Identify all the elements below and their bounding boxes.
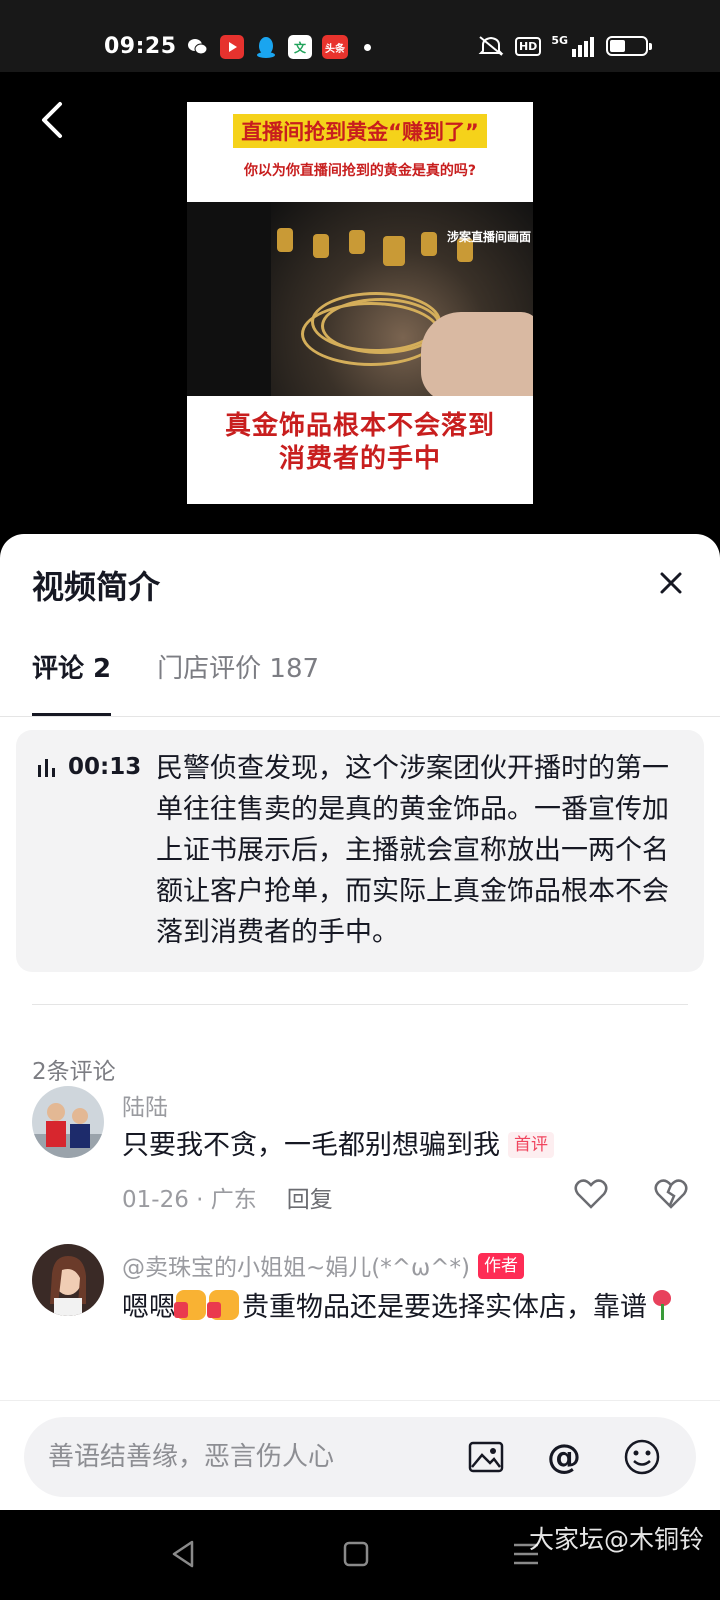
video-header-banner: 直播间抢到黄金“赚到了” 你以为你直播间抢到的黄金是真的吗? xyxy=(187,102,533,202)
status-time: 09:25 xyxy=(104,34,177,59)
summary-timestamp-button[interactable]: 00:13 xyxy=(36,754,141,780)
image-icon[interactable] xyxy=(466,1437,506,1477)
signal-icon xyxy=(572,37,594,57)
video-caption-line2: 消费者的手中 xyxy=(278,444,441,474)
avatar[interactable] xyxy=(32,1244,104,1316)
svg-text:@: @ xyxy=(547,1437,581,1477)
emoji-icon[interactable] xyxy=(622,1437,662,1477)
author-badge: 作者 xyxy=(478,1253,525,1279)
video-caption-banner: 真金饰品根本不会落到 消费者的手中 xyxy=(187,396,533,504)
wechat-icon xyxy=(186,35,210,59)
sheet-tabs: 评论 2 门店评价 187 xyxy=(32,648,365,716)
comment-date: 01-26 · 广东 xyxy=(122,1187,257,1213)
divider xyxy=(32,1004,688,1005)
comment-input[interactable] xyxy=(48,1435,448,1479)
reply-button[interactable]: 回复 xyxy=(287,1187,333,1213)
comment-author-row: @卖珠宝的小姐姐~娟儿(*^ω^*) 作者 xyxy=(122,1248,525,1282)
summary-text: 民警侦查发现，这个涉案团伙开播时的第一单往往售卖的是真的黄金饰品。一番宣传加上证… xyxy=(156,753,669,948)
battery-level xyxy=(610,40,625,52)
video-tag: 涉案直播间画面 xyxy=(446,230,531,244)
comment-text: 只要我不贪，一毛都别想骗到我 xyxy=(122,1130,500,1161)
comment-item: @卖珠宝的小姐姐~娟儿(*^ω^*) 作者 嗯嗯 贵重物品还是要选择实体店，靠谱 xyxy=(32,1244,688,1394)
hd-badge: HD xyxy=(514,36,542,56)
network-type: 5G xyxy=(551,34,568,47)
comment-item: 陆陆 只要我不贪，一毛都别想骗到我 首评 01-26 · 广东 回复 xyxy=(32,1086,688,1226)
comment-input-box: @ xyxy=(24,1417,696,1497)
more-notifications-dot xyxy=(364,43,371,51)
nav-back-icon[interactable] xyxy=(164,1534,204,1574)
tab-store-reviews[interactable]: 门店评价 187 xyxy=(157,648,319,716)
mention-icon[interactable]: @ xyxy=(544,1437,584,1477)
comment-author[interactable]: @卖珠宝的小姐姐~娟儿(*^ω^*) xyxy=(122,1255,470,1281)
back-icon[interactable] xyxy=(34,98,74,142)
comment-text-prefix: 嗯嗯 xyxy=(122,1292,176,1323)
battery-icon xyxy=(606,36,652,56)
tab-divider xyxy=(0,716,720,717)
video-player[interactable]: 直播间抢到黄金“赚到了” 你以为你直播间抢到的黄金是真的吗? 涉案直播间画面 真… xyxy=(0,72,720,542)
avatar[interactable] xyxy=(32,1086,104,1158)
video-caption-line1: 真金饰品根本不会落到 xyxy=(224,411,495,441)
dislike-icon[interactable] xyxy=(654,1178,688,1210)
close-icon[interactable] xyxy=(656,568,686,598)
nav-home-icon[interactable] xyxy=(336,1534,376,1574)
comment-text-main: 贵重物品还是要选择实体店，靠谱 xyxy=(242,1292,647,1323)
video-app-icon xyxy=(220,35,244,59)
audio-bars-icon xyxy=(38,759,55,777)
like-icon[interactable] xyxy=(574,1178,608,1210)
toutiao-icon: 头条 xyxy=(322,35,348,59)
video-summary: 00:13 民警侦查发现，这个涉案团伙开播时的第一单往往售卖的是真的黄金饰品。一… xyxy=(16,730,704,972)
watermark: 大家坛@木铜铃 xyxy=(528,1525,704,1554)
comment-text-row: 只要我不贪，一毛都别想骗到我 首评 xyxy=(122,1126,682,1166)
status-indicators: HD 5G xyxy=(477,34,652,58)
comment-input-bar: @ xyxy=(0,1400,720,1510)
comment-text: 嗯嗯 贵重物品还是要选择实体店，靠谱 xyxy=(122,1288,688,1328)
summary-timestamp: 00:13 xyxy=(68,754,142,780)
video-headline: 直播间抢到黄金“赚到了” xyxy=(233,114,487,148)
comment-meta: 01-26 · 广东 回复 xyxy=(122,1180,333,1214)
comment-author[interactable]: 陆陆 xyxy=(122,1088,168,1122)
thumbs-up-icon xyxy=(174,1290,206,1320)
thumbs-up-icon xyxy=(207,1290,239,1320)
video-info-sheet: 视频简介 评论 2 门店评价 187 00:13 民警侦查发现，这个涉案团伙开播… xyxy=(0,534,720,1510)
sheet-title: 视频简介 xyxy=(32,568,161,606)
mute-icon xyxy=(478,36,504,56)
video-question: 你以为你直播间抢到的黄金是真的吗? xyxy=(243,163,477,179)
video-frame: 直播间抢到黄金“赚到了” 你以为你直播间抢到的黄金是真的吗? 涉案直播间画面 真… xyxy=(187,102,533,504)
tab-comments[interactable]: 评论 2 xyxy=(32,648,112,716)
comment-count: 2条评论 xyxy=(32,1059,116,1085)
rose-icon xyxy=(651,1290,673,1320)
notification-icons: 文 头条 xyxy=(186,35,371,59)
wenku-app-icon: 文 xyxy=(288,35,312,59)
comment-actions xyxy=(574,1178,688,1210)
qq-icon xyxy=(254,35,278,59)
first-comment-badge: 首评 xyxy=(508,1132,554,1158)
status-bar: 09:25 文 头条 HD 5G xyxy=(0,0,720,72)
